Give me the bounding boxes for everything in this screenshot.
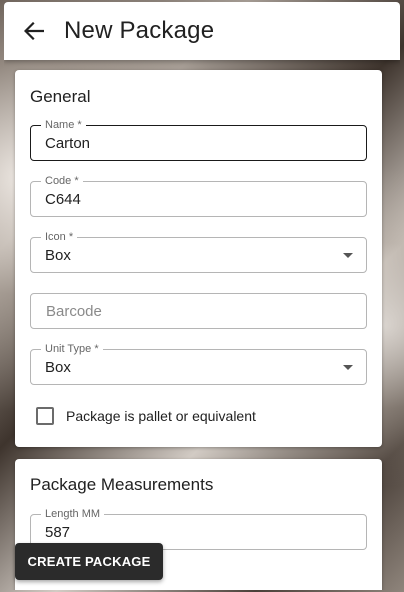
icon-value: Box bbox=[45, 247, 71, 264]
length-label: Length MM bbox=[41, 508, 105, 520]
icon-label: Icon * bbox=[41, 231, 78, 243]
unit-type-select[interactable]: Unit Type * Box bbox=[30, 343, 367, 385]
unit-type-value: Box bbox=[45, 359, 71, 376]
back-button[interactable] bbox=[10, 7, 58, 55]
form-scroll-area[interactable]: General Name * Carton Code * C644 Icon *… bbox=[4, 60, 400, 590]
name-label: Name * bbox=[41, 119, 86, 131]
general-card: General Name * Carton Code * C644 Icon *… bbox=[15, 70, 382, 447]
general-title: General bbox=[30, 87, 91, 106]
dialog-window: New Package General Name * Carton Code *… bbox=[4, 2, 400, 590]
chevron-down-icon bbox=[343, 253, 353, 258]
code-field[interactable]: Code * C644 bbox=[30, 175, 367, 217]
code-label: Code * bbox=[41, 175, 83, 187]
length-value: 587 bbox=[45, 524, 71, 541]
pallet-checkbox-label: Package is pallet or equivalent bbox=[66, 408, 256, 424]
barcode-field[interactable]: Barcode bbox=[30, 293, 367, 329]
pallet-checkbox-row[interactable]: Package is pallet or equivalent bbox=[36, 406, 256, 426]
barcode-placeholder: Barcode bbox=[46, 303, 102, 320]
pallet-checkbox[interactable] bbox=[36, 407, 54, 425]
name-value: Carton bbox=[45, 135, 91, 152]
create-package-button[interactable]: CREATE PACKAGE bbox=[15, 543, 163, 580]
app-bar: New Package bbox=[4, 2, 400, 60]
arrow-left-icon bbox=[24, 22, 44, 40]
name-field[interactable]: Name * Carton bbox=[30, 119, 367, 161]
code-value: C644 bbox=[45, 191, 81, 208]
icon-select[interactable]: Icon * Box bbox=[30, 231, 367, 273]
unit-type-label: Unit Type * bbox=[41, 343, 103, 355]
measurements-title: Package Measurements bbox=[30, 475, 214, 494]
chevron-down-icon bbox=[343, 365, 353, 370]
page-title: New Package bbox=[64, 17, 215, 44]
